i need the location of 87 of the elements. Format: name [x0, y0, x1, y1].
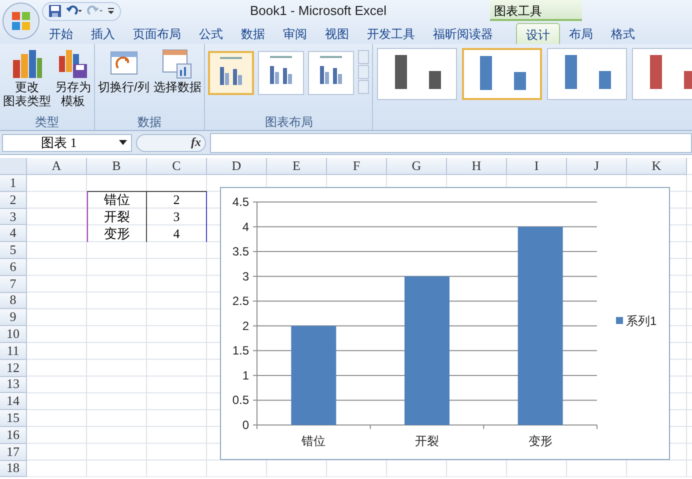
formula-input[interactable]	[210, 132, 692, 152]
row-header[interactable]: 12	[0, 360, 27, 377]
layout-thumbnail[interactable]	[208, 51, 254, 95]
chart-style-thumbnail[interactable]	[377, 48, 458, 100]
ribbon-tab[interactable]: 插入	[82, 22, 124, 44]
ribbon-tab[interactable]: 福昕阅读器	[424, 22, 502, 44]
column-header[interactable]: C	[147, 158, 207, 175]
customize-menu-icon[interactable]	[107, 6, 115, 16]
insert-function-button[interactable]: fx	[191, 135, 201, 150]
ribbon-button[interactable]: 更改 图表类型	[3, 46, 51, 110]
ribbon-tab[interactable]: 布局	[560, 22, 602, 44]
ribbon-button[interactable]: 选择数据	[153, 46, 202, 96]
table-cell: 2	[147, 192, 207, 209]
column-header[interactable]: H	[447, 158, 507, 175]
ribbon-button[interactable]: 另存为 模板	[55, 46, 91, 110]
layout-thumbnail[interactable]	[258, 51, 304, 95]
row-header[interactable]: 11	[0, 342, 27, 360]
chart-style-thumbnail[interactable]	[462, 48, 542, 100]
ribbon-tab[interactable]: 格式	[602, 22, 644, 44]
table-cell: 变形	[87, 225, 147, 242]
bar-chart-icon	[11, 48, 43, 80]
row-header[interactable]: 9	[0, 309, 27, 326]
row-header[interactable]: 3	[0, 208, 27, 226]
ribbon-tab[interactable]: 开始	[40, 22, 82, 44]
ribbon-button[interactable]: 切换行/列	[98, 46, 150, 96]
column-header[interactable]: F	[327, 158, 387, 175]
ribbon-tab[interactable]: 公式	[190, 22, 232, 44]
axis-tick-label: 4	[242, 220, 249, 234]
table-cell: 3	[147, 208, 207, 226]
axis-tick-label: 1	[242, 368, 249, 382]
axis-tick-label: 3.5	[232, 244, 249, 259]
column-header[interactable]: J	[567, 158, 627, 175]
row-header[interactable]: 5	[0, 242, 27, 259]
axis-tick-label: 1.5	[232, 344, 249, 358]
row-header[interactable]: 2	[0, 192, 27, 209]
context-tab-header: 图表工具	[490, 0, 582, 21]
dropdown-arrow-icon[interactable]	[119, 140, 127, 146]
table-cell: 错位	[87, 192, 147, 209]
layout-thumbnail[interactable]	[308, 51, 354, 95]
row-header[interactable]: 6	[0, 258, 27, 276]
column-header[interactable]: E	[267, 158, 327, 175]
group-label: 类型	[34, 114, 60, 130]
row-header[interactable]: 14	[0, 393, 27, 410]
row-header[interactable]: 1	[0, 175, 27, 192]
ribbon-tab[interactable]: 开发工具	[358, 22, 424, 44]
office-button[interactable]	[2, 2, 40, 40]
category-label: 错位	[302, 434, 326, 448]
ribbon-tab[interactable]: 设计	[516, 22, 560, 44]
category-label: 变形	[528, 434, 552, 448]
ribbon-tab[interactable]: 审阅	[274, 22, 316, 44]
legend-label: 系列1	[626, 314, 657, 328]
column-header[interactable]: K	[627, 158, 687, 175]
ribbon-tab[interactable]: 数据	[232, 22, 274, 44]
row-header[interactable]: 13	[0, 376, 27, 394]
row-header[interactable]: 18	[0, 460, 27, 478]
axis-tick-label: 2	[242, 318, 249, 333]
row-header[interactable]: 15	[0, 410, 27, 427]
table-icon	[161, 48, 194, 80]
save-icon[interactable]	[48, 4, 62, 18]
chart-style-thumbnail[interactable]	[632, 48, 692, 100]
axis-tick-label: 3	[242, 269, 249, 284]
column-header[interactable]: A	[27, 158, 87, 175]
group-label: 图表布局	[264, 114, 314, 130]
table-cell: 4	[147, 225, 207, 242]
row-header[interactable]: 7	[0, 276, 27, 293]
row-header[interactable]: 8	[0, 292, 27, 310]
column-header[interactable]: B	[87, 158, 147, 175]
row-header[interactable]: 17	[0, 444, 27, 461]
ribbon-tab[interactable]: 视图	[316, 22, 358, 44]
window-title: Book1 - Microsoft Excel	[250, 3, 387, 18]
axis-tick-label: 0	[242, 418, 249, 432]
column-header[interactable]: I	[507, 158, 567, 175]
ribbon-tab[interactable]: 页面布局	[124, 22, 190, 44]
chart-style-thumbnail[interactable]	[547, 48, 628, 100]
column-header[interactable]: G	[387, 158, 447, 175]
name-box[interactable]: 图表 1	[2, 134, 132, 152]
row-header[interactable]: 4	[0, 225, 27, 242]
row-header[interactable]: 10	[0, 326, 27, 343]
axis-tick-label: 4.5	[232, 195, 249, 209]
row-header[interactable]: 16	[0, 426, 27, 444]
column-header[interactable]: D	[207, 158, 267, 175]
bar-chart-icon	[57, 48, 89, 80]
axis-tick-label: 2.5	[232, 294, 249, 308]
table-cell: 开裂	[87, 208, 147, 226]
category-label: 开裂	[415, 434, 439, 448]
group-label: 数据	[136, 114, 163, 130]
axis-tick-label: 0.5	[232, 393, 249, 408]
